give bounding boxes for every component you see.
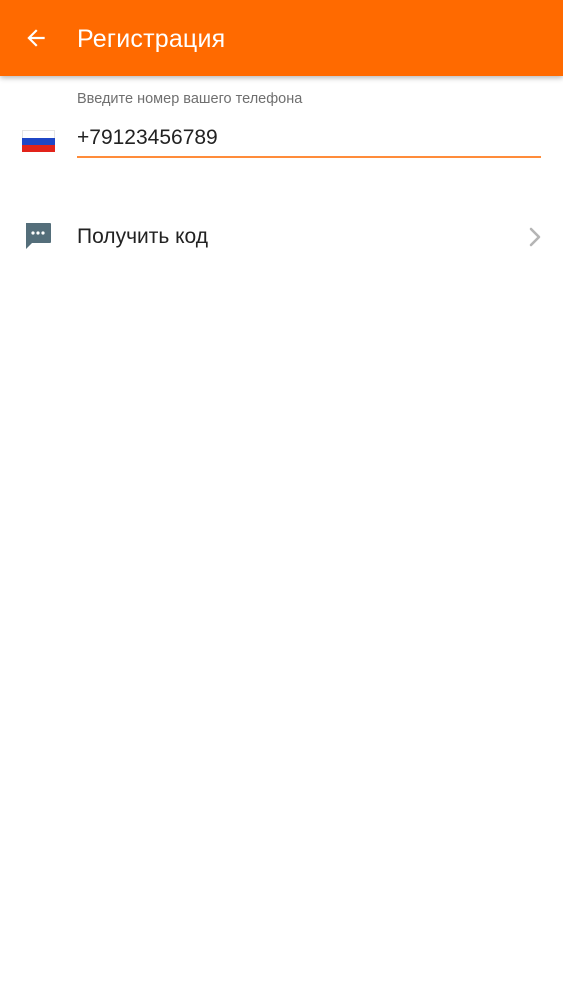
back-button[interactable] [14,16,58,60]
flag-stripe-white [22,130,55,138]
chevron-right-icon [529,227,541,247]
message-icon [26,223,51,249]
flag-stripe-red [22,145,55,152]
phone-input[interactable] [77,120,541,158]
arrow-left-icon [27,29,45,47]
page-title: Регистрация [77,25,226,53]
russia-flag-icon[interactable] [22,130,55,152]
phone-field-label: Введите номер вашего телефона [77,91,303,107]
flag-stripe-blue [22,138,55,145]
registration-form: Введите номер вашего телефона Получить к… [0,76,563,1000]
get-code-button[interactable]: Получить код [0,207,563,267]
get-code-label: Получить код [77,225,209,248]
app-bar: Регистрация [0,0,563,76]
